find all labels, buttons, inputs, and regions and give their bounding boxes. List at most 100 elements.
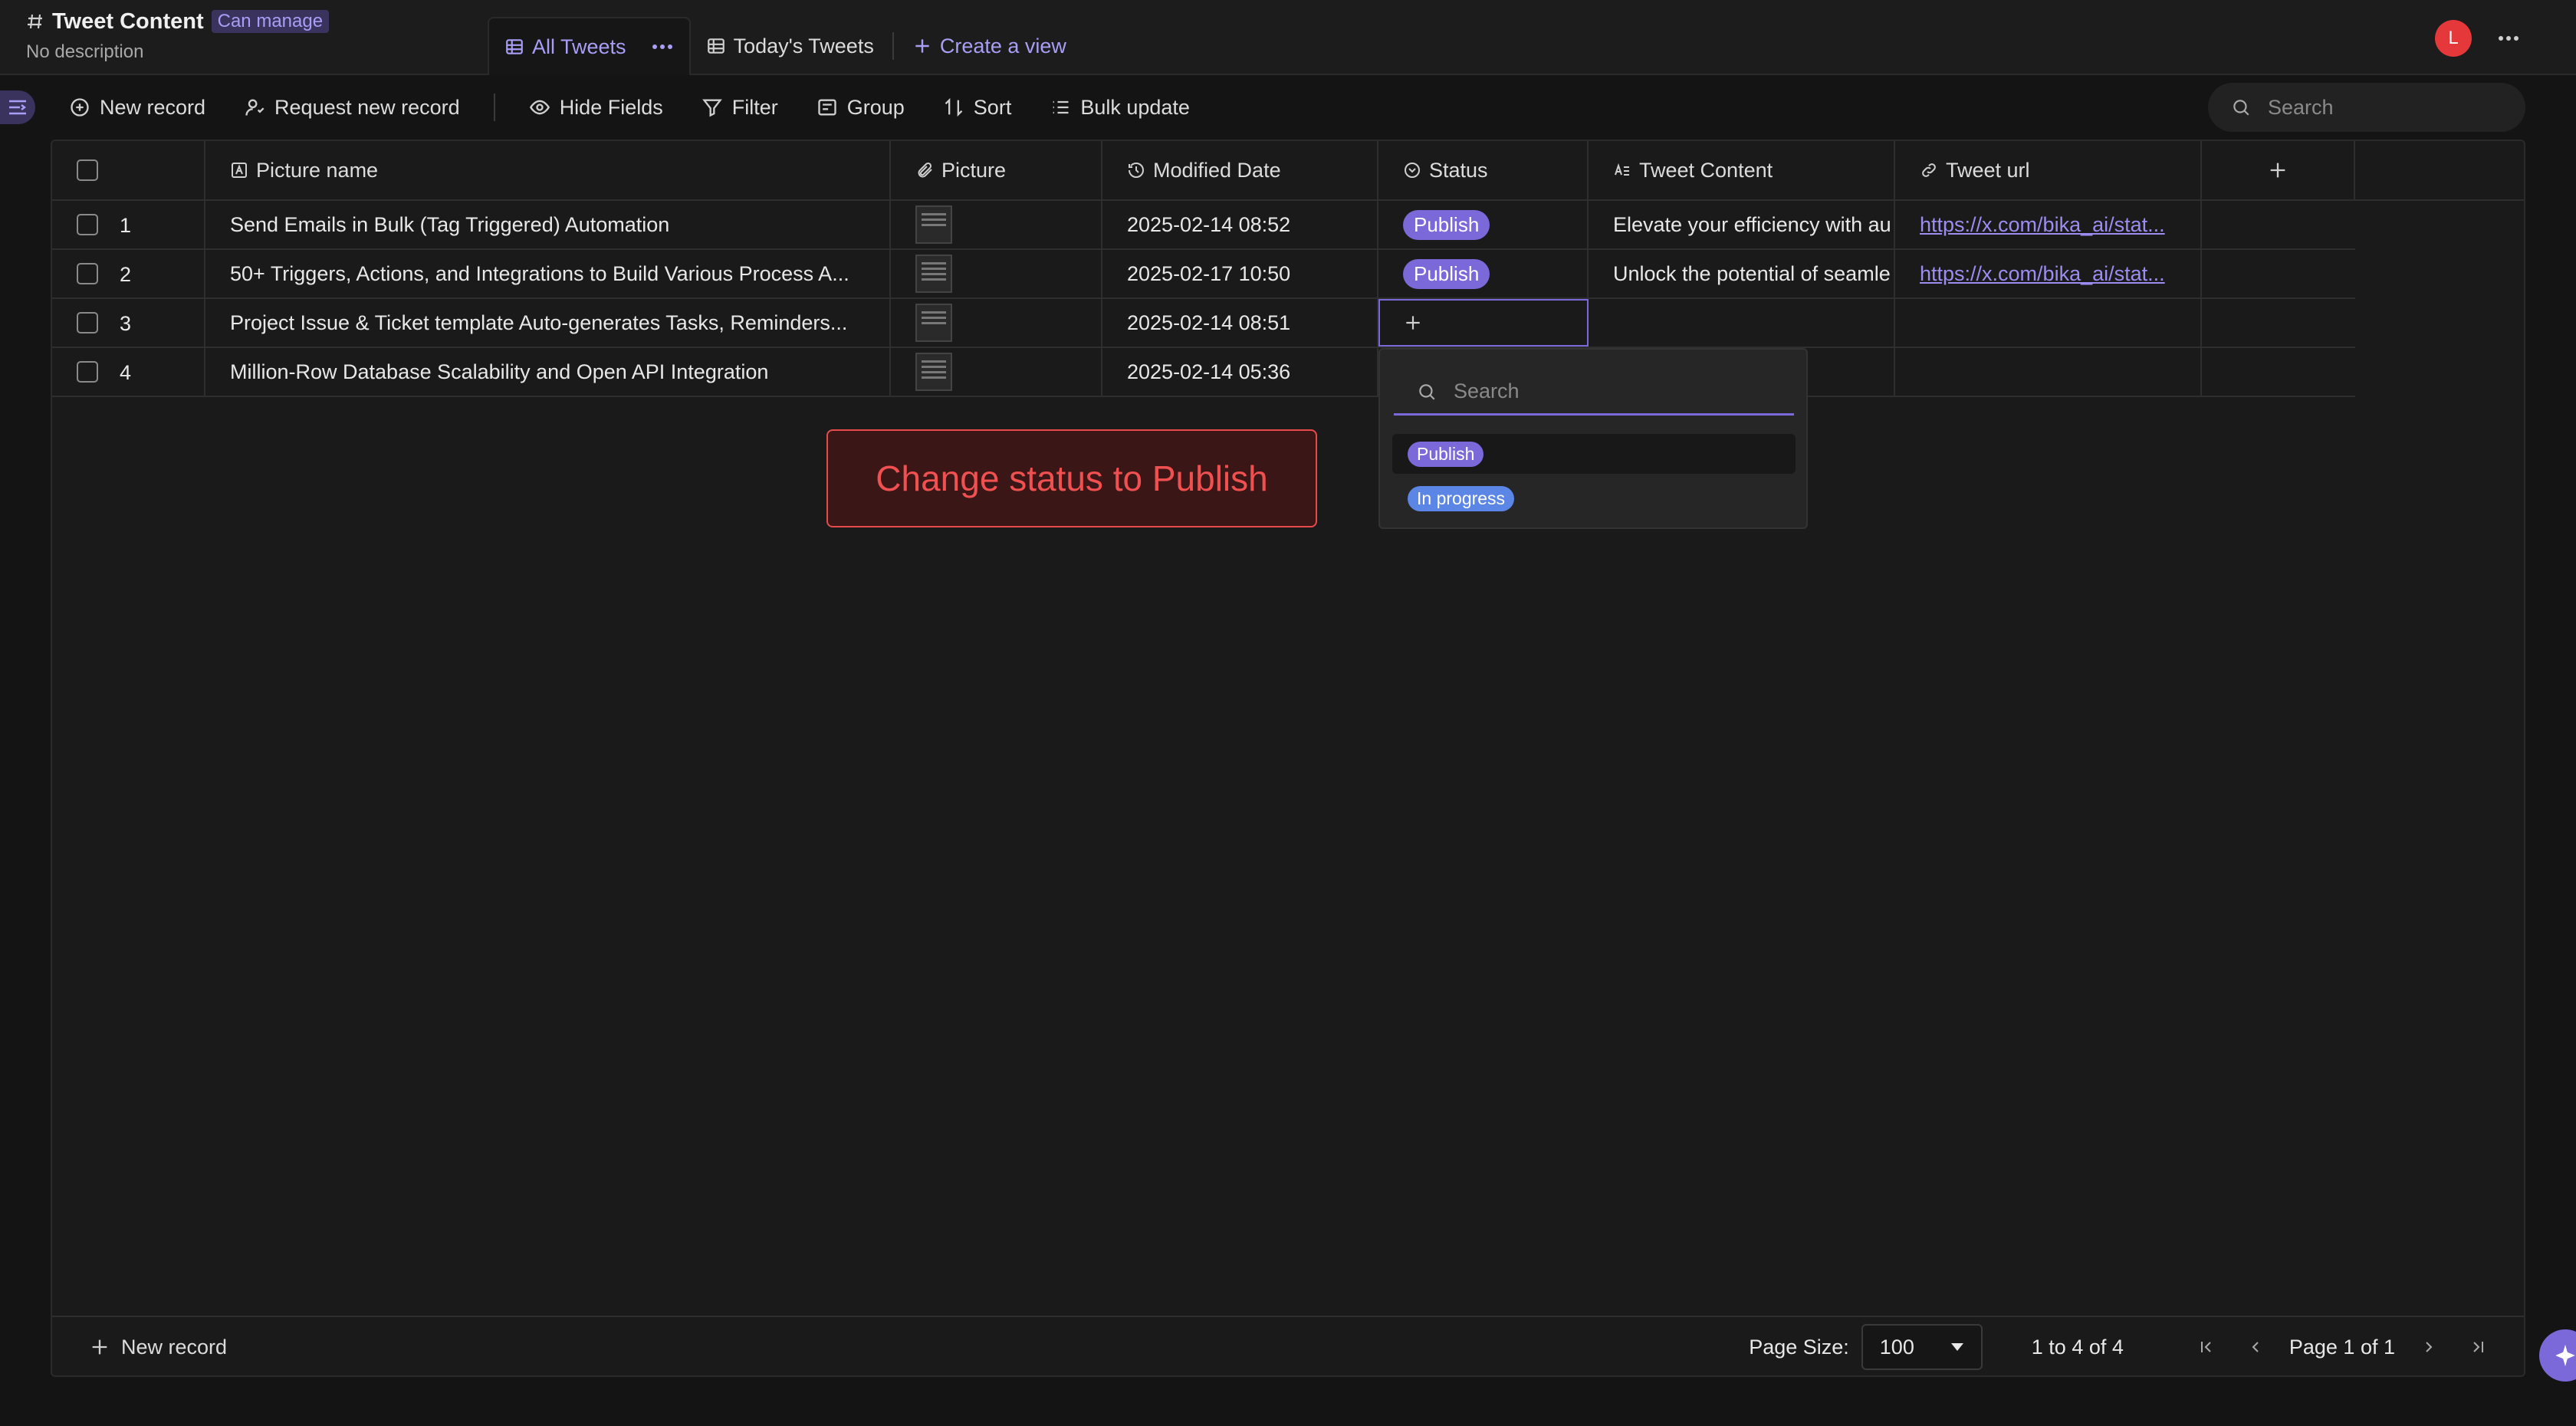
hash-icon <box>26 12 44 31</box>
table-row[interactable]: 4 Million-Row Database Scalability and O… <box>52 348 2355 397</box>
add-option-icon[interactable] <box>1403 313 1423 333</box>
header-row: Picture name Picture Modified Date Statu… <box>52 141 2524 201</box>
option-badge: Publish <box>1408 441 1484 467</box>
column-header-picture-name[interactable]: Picture name <box>205 141 891 199</box>
column-header-label: Picture <box>941 158 1007 182</box>
avatar[interactable]: L <box>2435 20 2472 57</box>
status-cell[interactable]: Publish <box>1378 201 1589 248</box>
group-button[interactable]: Group <box>816 96 905 120</box>
tab-label: Today's Tweets <box>733 34 874 58</box>
cell-text: Unlock the potential of seamle <box>1613 261 1891 285</box>
tweet-content-cell[interactable] <box>1589 299 1895 347</box>
column-header-tweet-url[interactable]: Tweet url <box>1895 141 2202 199</box>
row-checkbox[interactable] <box>77 312 98 334</box>
column-header-tweet-content[interactable]: Tweet Content <box>1589 141 1895 199</box>
picture-thumbnail[interactable] <box>915 353 952 391</box>
more-icon[interactable] <box>2493 23 2524 54</box>
tweet-url-cell[interactable] <box>1895 348 2202 396</box>
option-publish[interactable]: Publish <box>1392 434 1796 474</box>
filter-button[interactable]: Filter <box>702 96 778 120</box>
tab-todays-tweets[interactable]: Today's Tweets <box>691 17 889 75</box>
column-header-label: Tweet url <box>1946 158 2030 182</box>
status-cell[interactable]: Publish <box>1378 250 1589 297</box>
picture-name-cell[interactable]: Million-Row Database Scalability and Ope… <box>205 348 891 396</box>
bulk-update-button[interactable]: Bulk update <box>1050 96 1190 120</box>
row-checkbox[interactable] <box>77 361 98 383</box>
picture-cell[interactable] <box>891 250 1102 297</box>
datasheet-description[interactable]: No description <box>26 41 329 63</box>
column-header-picture[interactable]: Picture <box>891 141 1102 199</box>
cell-text: 50+ Triggers, Actions, and Integrations … <box>230 261 849 285</box>
option-in-progress[interactable]: In progress <box>1392 478 1796 518</box>
instruction-annotation: Change status to Publish <box>826 429 1317 527</box>
row-number: 1 <box>120 213 132 237</box>
tweet-url-cell[interactable]: https://x.com/bika_ai/stat... <box>1895 201 2202 248</box>
sort-button[interactable]: Sort <box>943 96 1011 120</box>
select-all-cell <box>52 141 205 199</box>
previous-page-icon[interactable] <box>2240 1332 2271 1362</box>
picture-thumbnail[interactable] <box>915 304 952 342</box>
last-page-icon[interactable] <box>2463 1332 2493 1362</box>
new-record-button[interactable]: New record <box>69 96 205 120</box>
page-indicator: Page 1 of 1 <box>2288 1335 2395 1359</box>
toolbar: New record Request new record Hide Field… <box>0 77 2576 138</box>
tweet-url-link[interactable]: https://x.com/bika_ai/stat... <box>1920 213 2165 237</box>
add-column-button[interactable] <box>2202 141 2355 199</box>
request-new-record-label: Request new record <box>274 95 460 119</box>
long-text-icon <box>1613 161 1631 179</box>
column-header-modified-date[interactable]: Modified Date <box>1102 141 1378 199</box>
picture-thumbnail[interactable] <box>915 255 952 293</box>
search-icon <box>1417 382 1437 402</box>
bulk-update-label: Bulk update <box>1080 95 1190 119</box>
request-new-record-button[interactable]: Request new record <box>244 96 460 120</box>
row-checkbox[interactable] <box>77 214 98 235</box>
page-size-select[interactable]: 100 <box>1861 1324 1983 1370</box>
modified-date-cell[interactable]: 2025-02-14 08:51 <box>1102 299 1378 347</box>
picture-cell[interactable] <box>891 348 1102 396</box>
modified-date-cell[interactable]: 2025-02-17 10:50 <box>1102 250 1378 297</box>
tweet-url-cell[interactable] <box>1895 299 2202 347</box>
plus-circle-icon <box>69 97 90 118</box>
dropdown-search-input[interactable]: Search <box>1394 370 1794 416</box>
attachment-icon <box>915 161 934 179</box>
picture-name-cell[interactable]: 50+ Triggers, Actions, and Integrations … <box>205 250 891 297</box>
table-row[interactable]: 2 50+ Triggers, Actions, and Integration… <box>52 250 2355 299</box>
picture-name-cell[interactable]: Send Emails in Bulk (Tag Triggered) Auto… <box>205 201 891 248</box>
plus-icon <box>912 36 932 56</box>
hide-fields-button[interactable]: Hide Fields <box>529 96 663 120</box>
single-select-icon <box>1403 161 1421 179</box>
picture-name-cell[interactable]: Project Issue & Ticket template Auto-gen… <box>205 299 891 347</box>
footer-new-record-button[interactable]: New record <box>89 1317 227 1377</box>
tweet-url-cell[interactable]: https://x.com/bika_ai/stat... <box>1895 250 2202 297</box>
create-view-button[interactable]: Create a view <box>897 17 1082 75</box>
plus-icon <box>89 1336 110 1358</box>
datasheet-title[interactable]: Tweet Content <box>52 9 204 34</box>
text-field-icon <box>230 161 248 179</box>
next-page-icon[interactable] <box>2413 1332 2444 1362</box>
picture-cell[interactable] <box>891 201 1102 248</box>
grid-view-icon <box>706 36 726 56</box>
tweet-content-cell[interactable]: Elevate your efficiency with au <box>1589 201 1895 248</box>
table-row[interactable]: 1 Send Emails in Bulk (Tag Triggered) Au… <box>52 201 2355 250</box>
group-label: Group <box>846 95 905 119</box>
modified-date-cell[interactable]: 2025-02-14 05:36 <box>1102 348 1378 396</box>
filter-icon <box>702 97 723 118</box>
table-row[interactable]: 3 Project Issue & Ticket template Auto-g… <box>52 299 2355 348</box>
more-icon[interactable] <box>651 43 674 51</box>
tab-all-tweets[interactable]: All Tweets <box>488 17 691 75</box>
picture-thumbnail[interactable] <box>915 205 952 244</box>
column-header-status[interactable]: Status <box>1378 141 1589 199</box>
status-cell-editing[interactable] <box>1378 299 1589 347</box>
sidebar-toggle-button[interactable] <box>0 90 35 124</box>
pagination: Page Size: 100 1 to 4 of 4 Page 1 of 1 <box>1749 1317 2493 1377</box>
ai-assistant-button[interactable] <box>2539 1329 2576 1382</box>
select-all-checkbox[interactable] <box>77 159 98 181</box>
cell-text: 2025-02-14 08:52 <box>1127 212 1291 236</box>
tweet-content-cell[interactable]: Unlock the potential of seamle <box>1589 250 1895 297</box>
tweet-url-link[interactable]: https://x.com/bika_ai/stat... <box>1920 262 2165 286</box>
search-input[interactable]: Search <box>2208 83 2525 132</box>
picture-cell[interactable] <box>891 299 1102 347</box>
modified-date-cell[interactable]: 2025-02-14 08:52 <box>1102 201 1378 248</box>
first-page-icon[interactable] <box>2191 1332 2222 1362</box>
row-checkbox[interactable] <box>77 263 98 284</box>
